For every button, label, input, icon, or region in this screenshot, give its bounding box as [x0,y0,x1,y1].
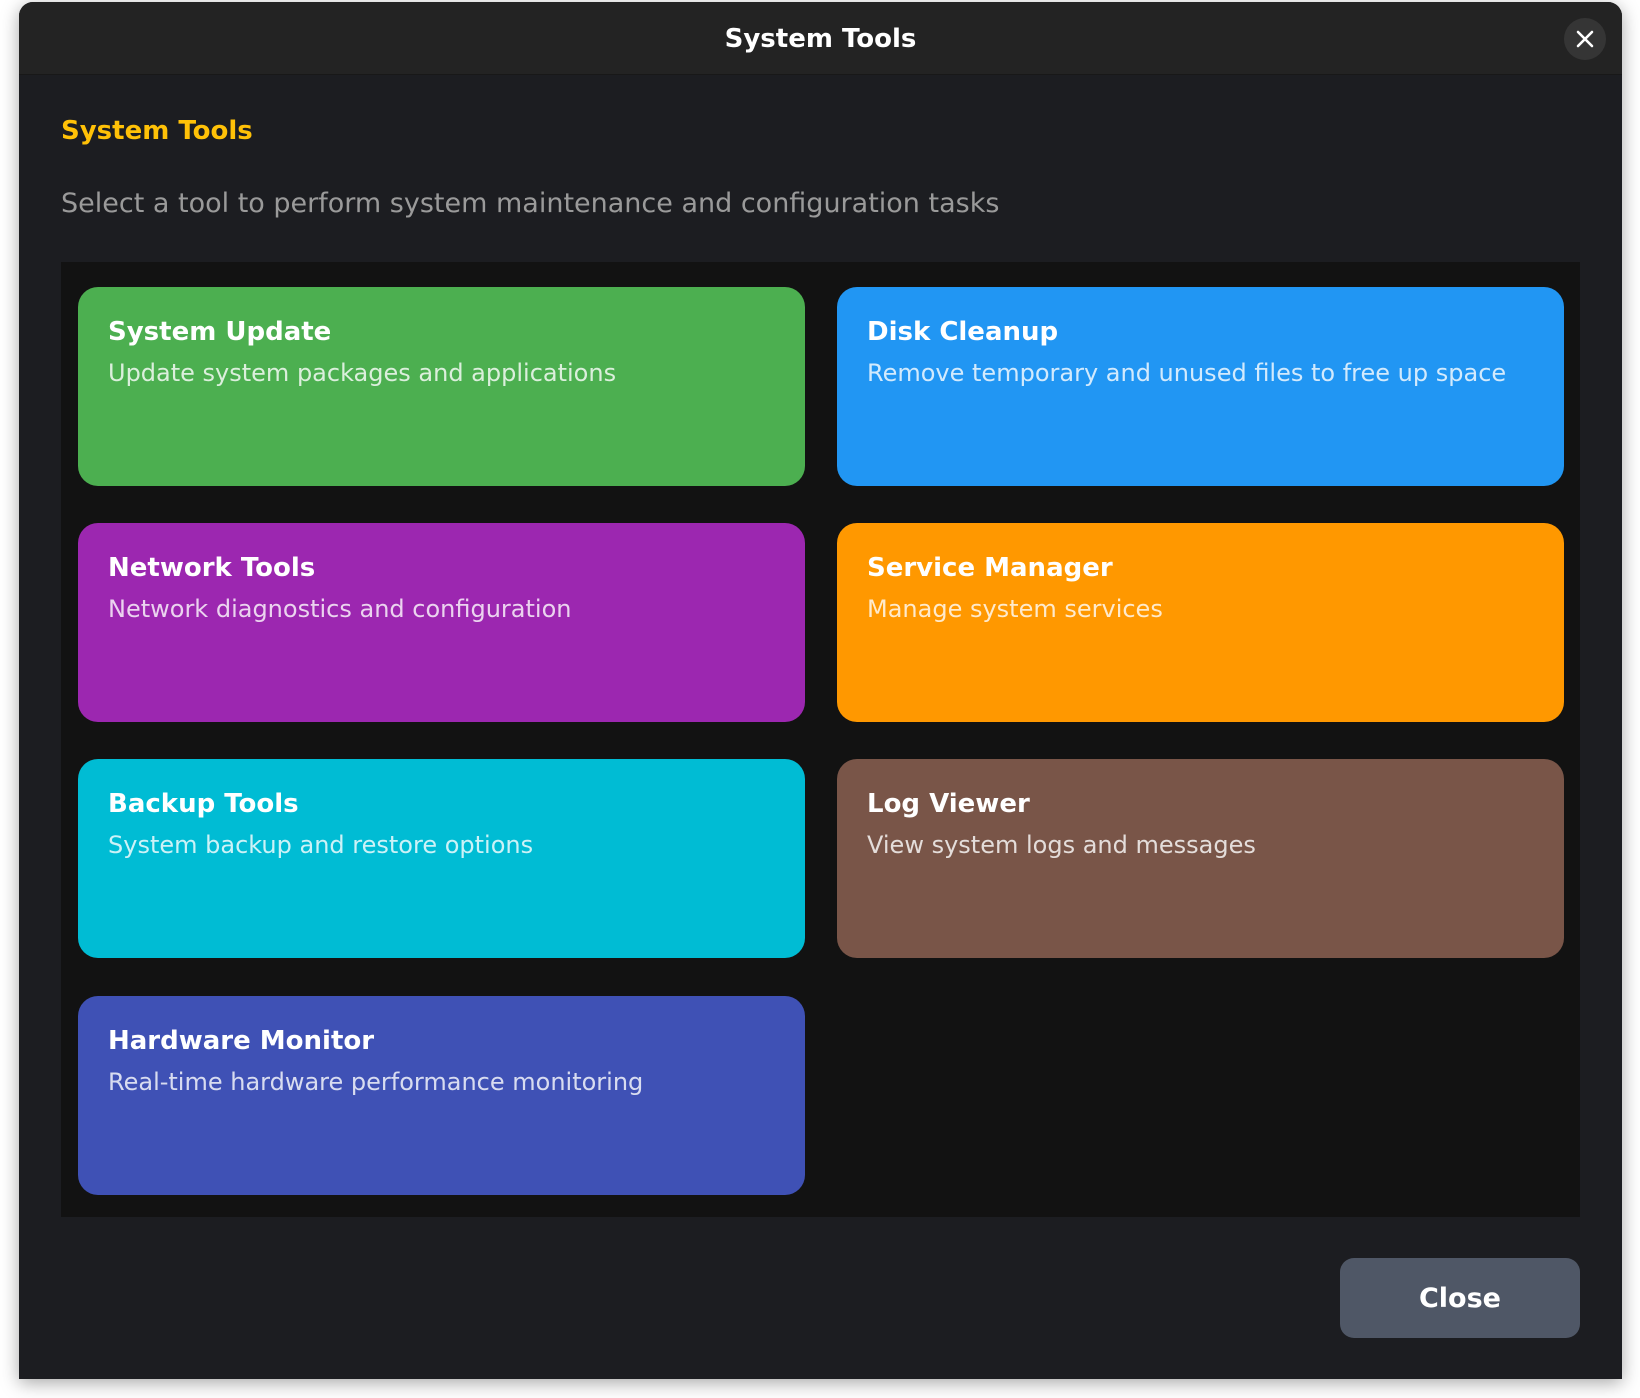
tool-card-log-viewer[interactable]: Log Viewer View system logs and messages [837,759,1564,958]
title-bar: System Tools [19,2,1622,75]
tools-grid: System Update Update system packages and… [61,262,1580,1217]
tool-title: Hardware Monitor [108,1026,375,1056]
tool-description: Manage system services [867,595,1163,623]
tool-card-service-manager[interactable]: Service Manager Manage system services [837,523,1564,722]
tool-description: Network diagnostics and configuration [108,595,572,623]
tool-card-backup-tools[interactable]: Backup Tools System backup and restore o… [78,759,805,958]
section-heading: System Tools [61,116,253,146]
tool-card-disk-cleanup[interactable]: Disk Cleanup Remove temporary and unused… [837,287,1564,486]
tool-description: Update system packages and applications [108,359,617,387]
window-title: System Tools [724,24,917,54]
tool-title: Backup Tools [108,789,299,819]
tool-description: Remove temporary and unused files to fre… [867,359,1507,387]
system-tools-dialog: System Tools System Tools Select a tool … [19,2,1622,1379]
tool-title: Log Viewer [867,789,1030,819]
close-button[interactable]: Close [1340,1258,1580,1338]
tool-card-network-tools[interactable]: Network Tools Network diagnostics and co… [78,523,805,722]
close-icon [1576,30,1594,48]
tool-card-system-update[interactable]: System Update Update system packages and… [78,287,805,486]
tool-title: System Update [108,317,332,347]
tool-card-hardware-monitor[interactable]: Hardware Monitor Real-time hardware perf… [78,996,805,1195]
tool-title: Service Manager [867,553,1113,583]
tool-title: Network Tools [108,553,316,583]
tool-description: Real-time hardware performance monitorin… [108,1068,644,1096]
tool-description: System backup and restore options [108,831,534,859]
window-close-button[interactable] [1564,18,1606,60]
section-subtitle: Select a tool to perform system maintena… [61,188,1000,219]
tool-description: View system logs and messages [867,831,1256,859]
tool-title: Disk Cleanup [867,317,1059,347]
